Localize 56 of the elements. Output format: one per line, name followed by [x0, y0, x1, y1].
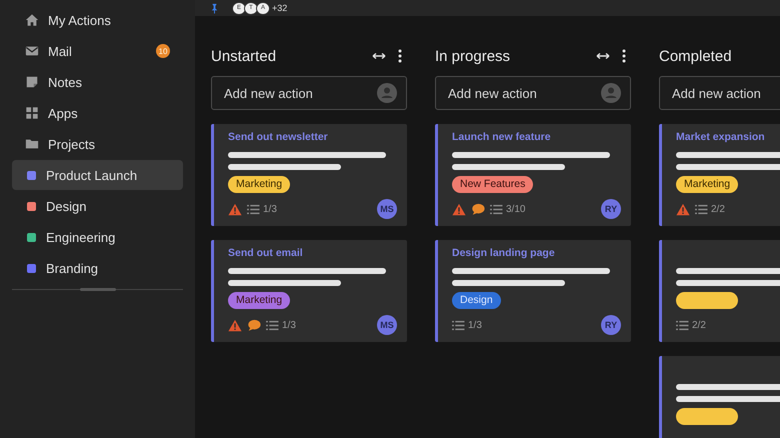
- pin-icon[interactable]: [209, 2, 220, 14]
- column-title: Completed: [659, 48, 733, 64]
- card-title: Market expansion: [676, 131, 765, 144]
- tag[interactable]: [676, 408, 738, 425]
- tag[interactable]: Design: [452, 292, 501, 309]
- task-card[interactable]: Send out email Marketing 1/3 MS: [211, 240, 407, 342]
- checklist-count: 2/2: [692, 320, 706, 330]
- tag[interactable]: [676, 292, 738, 309]
- tag[interactable]: New Features: [452, 176, 534, 193]
- sidebar-item[interactable]: Branding: [12, 253, 183, 283]
- card-title: Design landing page: [452, 247, 555, 260]
- checklist-icon: [490, 204, 503, 214]
- sidebar-item[interactable]: Mail 10: [12, 36, 183, 66]
- checklist-icon: [695, 204, 708, 214]
- sidebar-item[interactable]: Notes: [12, 67, 183, 97]
- task-card[interactable]: Launch new feature New Features 3/10 RY: [435, 124, 631, 226]
- checklist-count: 2/2: [711, 204, 725, 214]
- checklist-icon: [676, 320, 689, 330]
- sidebar-item[interactable]: My Actions: [12, 5, 183, 35]
- add-action-field[interactable]: Add new action: [435, 76, 631, 110]
- checklist-count: 1/3: [282, 320, 296, 330]
- checklist-count: 1/3: [263, 204, 277, 214]
- tag[interactable]: Marketing: [676, 176, 738, 193]
- task-card[interactable]: Design landing page Design 1/3 RY: [435, 240, 631, 342]
- tag[interactable]: Marketing: [228, 176, 290, 193]
- sidebar-item[interactable]: Product Launch: [12, 160, 183, 190]
- column-title: In progress: [435, 48, 512, 64]
- home-icon: [25, 13, 39, 27]
- folder-icon: [25, 137, 39, 151]
- card-title: Send out email: [228, 247, 303, 260]
- checklist-icon: [247, 204, 260, 214]
- checklist-icon: [266, 320, 279, 330]
- sidebar-item[interactable]: Design: [12, 191, 183, 221]
- more-icon[interactable]: [397, 48, 403, 64]
- resize-handle[interactable]: [80, 288, 116, 291]
- more-icon[interactable]: [621, 48, 627, 64]
- member-count[interactable]: +32: [272, 3, 288, 13]
- task-card[interactable]: Market expansion Marketing 2/2: [659, 124, 780, 226]
- unread-badge: 10: [156, 44, 170, 58]
- sidebar-item[interactable]: Projects: [12, 129, 183, 159]
- column-title: Unstarted: [211, 48, 278, 64]
- checklist-count: 3/10: [506, 204, 526, 214]
- task-card[interactable]: Send out newsletter Marketing 1/3 MS: [211, 124, 407, 226]
- add-action-field[interactable]: Add new action: [659, 76, 780, 110]
- apps-grid-icon: [25, 106, 39, 120]
- add-action-field[interactable]: Add new action: [211, 76, 407, 110]
- checklist-count: 1/3: [468, 320, 482, 330]
- mail-icon: [25, 44, 39, 58]
- card-title: Send out newsletter: [228, 131, 328, 144]
- sidebar-item[interactable]: Apps: [12, 98, 183, 128]
- note-icon: [25, 75, 39, 89]
- tag[interactable]: Marketing: [228, 292, 290, 309]
- card-title: Launch new feature: [452, 131, 551, 144]
- sidebar-item[interactable]: Engineering: [12, 222, 183, 252]
- task-card[interactable]: 2/2: [659, 240, 780, 342]
- checklist-icon: [452, 320, 465, 330]
